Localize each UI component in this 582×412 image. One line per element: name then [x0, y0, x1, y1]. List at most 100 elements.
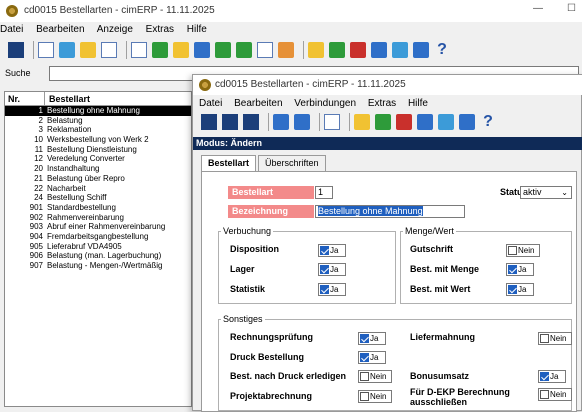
list-item-name: Fremdarbeitsgangbestellung — [47, 231, 149, 241]
maximize-icon[interactable]: ☐ — [567, 3, 576, 14]
list-item-nr: 3 — [38, 125, 43, 135]
main-titlebar: cd0015 Bestellarten - cimERP - 11.11.202… — [0, 0, 582, 22]
liefermahnung-checkbox[interactable]: Nein — [538, 332, 572, 345]
dialog-menu-bearbeiten[interactable]: Bearbeiten — [234, 98, 282, 109]
bezeichnung-field[interactable]: Bestellung ohne Mahnung — [315, 205, 465, 218]
lager-checkbox[interactable]: Ja — [318, 263, 346, 276]
dekp-label: Für D-EKP Berechnung ausschließen — [410, 387, 510, 407]
menu-hilfe[interactable]: Hilfe — [187, 24, 207, 35]
list-item[interactable]: 906 Belastung (man. Lagerbuchung) — [5, 251, 191, 261]
list-item[interactable]: 2 Belastung — [5, 116, 191, 126]
druck-checkbox[interactable]: Ja — [358, 351, 386, 364]
dialog-menu-verbindungen[interactable]: Verbindungen — [294, 98, 356, 109]
mengewert-legend: Menge/Wert — [405, 226, 454, 236]
save-close-icon[interactable] — [243, 114, 259, 130]
arrow-up-icon[interactable] — [294, 114, 310, 130]
status-select[interactable]: aktiv ⌄ — [520, 186, 572, 199]
bonus-checkbox[interactable]: Ja — [538, 370, 566, 383]
menu-datei[interactable]: Datei — [0, 24, 23, 35]
column-header-nr[interactable]: Nr. — [5, 92, 45, 105]
menu-extras[interactable]: Extras — [146, 24, 174, 35]
tab-bestellart[interactable]: Bestellart — [201, 155, 257, 171]
list-item[interactable]: 902 Rahmenvereinbarung — [5, 213, 191, 223]
excel-icon[interactable] — [236, 42, 252, 58]
bestellart-field[interactable]: 1 — [315, 186, 333, 199]
list-item-nr: 906 — [29, 251, 43, 261]
best-wert-checkbox[interactable]: Ja — [506, 283, 534, 296]
copy-icon[interactable] — [101, 42, 117, 58]
settings-icon[interactable] — [278, 42, 294, 58]
table-icon[interactable] — [375, 114, 391, 130]
export-icon[interactable] — [215, 42, 231, 58]
edit-icon[interactable] — [80, 42, 96, 58]
calendar-icon[interactable] — [194, 42, 210, 58]
list-item[interactable]: 21 Belastung über Repro — [5, 174, 191, 184]
list-item[interactable]: 10 Werksbestellung von Werk 2 — [5, 135, 191, 145]
status-value: aktiv — [523, 187, 542, 197]
menu-anzeige[interactable]: Anzeige — [97, 24, 133, 35]
dialog-menu-extras[interactable]: Extras — [368, 98, 396, 109]
column-header-bestellart[interactable]: Bestellart — [45, 92, 191, 105]
info-icon[interactable] — [308, 42, 324, 58]
list-item[interactable]: 24 Bestellung Schiff — [5, 193, 191, 203]
statistik-label: Statistik — [230, 284, 266, 294]
list-item-name: Bestellung ohne Mahnung — [45, 106, 191, 116]
layout-icon[interactable] — [350, 42, 366, 58]
druck-label: Druck Bestellung — [230, 352, 305, 362]
arrow-down-icon[interactable] — [273, 114, 289, 130]
print-icon[interactable] — [257, 42, 273, 58]
list-item[interactable]: 901 Standardbestellung — [5, 203, 191, 213]
table-icon[interactable] — [329, 42, 345, 58]
info-icon[interactable] — [354, 114, 370, 130]
list-item[interactable]: 20 Instandhaltung — [5, 164, 191, 174]
tab-ueberschriften[interactable]: Überschriften — [258, 155, 326, 171]
filter-icon[interactable] — [152, 42, 168, 58]
statistik-checkbox[interactable]: Ja — [318, 283, 346, 296]
search-icon[interactable] — [131, 42, 147, 58]
sort-icon[interactable] — [173, 42, 189, 58]
minimize-icon[interactable]: — — [533, 3, 543, 14]
list-item[interactable]: 12 Veredelung Converter — [5, 154, 191, 164]
help-icon[interactable]: ? — [434, 42, 450, 58]
archive-icon[interactable] — [438, 114, 454, 130]
dialog-menu-hilfe[interactable]: Hilfe — [408, 98, 428, 109]
dialog-menu-datei[interactable]: Datei — [199, 98, 222, 109]
archive-icon[interactable] — [392, 42, 408, 58]
toolbar-separator — [319, 113, 320, 131]
grid-icon[interactable] — [413, 42, 429, 58]
list-item-nr: 12 — [34, 154, 43, 164]
window-icon[interactable] — [417, 114, 433, 130]
list-item[interactable]: 907 Belastung - Mengen-/Wertmäßig — [5, 261, 191, 271]
gutschrift-checkbox[interactable]: Nein — [506, 244, 540, 257]
save-icon[interactable] — [222, 114, 238, 130]
list-item[interactable]: 11 Bestellung Dienstleistung — [5, 145, 191, 155]
best-menge-checkbox[interactable]: Ja — [506, 263, 534, 276]
search-icon[interactable] — [324, 114, 340, 130]
refresh-icon[interactable] — [59, 42, 75, 58]
new-document-icon[interactable] — [38, 42, 54, 58]
checkbox-label: Nein — [550, 390, 567, 399]
help-icon[interactable]: ? — [480, 114, 496, 130]
disposition-checkbox[interactable]: Ja — [318, 244, 346, 257]
list-item-nr: 1 — [38, 106, 43, 115]
dialog-title: cd0015 Bestellarten - cimERP - 11.11.202… — [215, 79, 406, 90]
list-item[interactable]: 905 Lieferabruf VDA4905 — [5, 242, 191, 252]
list-item[interactable]: 904 Fremdarbeitsgangbestellung — [5, 232, 191, 242]
list-item[interactable]: 3 Reklamation — [5, 125, 191, 135]
dekp-checkbox[interactable]: Nein — [538, 388, 572, 401]
projekt-checkbox[interactable]: Nein — [358, 390, 392, 403]
check-icon — [320, 285, 329, 294]
list-item[interactable]: 22 Nacharbeit — [5, 184, 191, 194]
menu-bearbeiten[interactable]: Bearbeiten — [36, 24, 84, 35]
exit-icon[interactable] — [8, 42, 24, 58]
list-item[interactable]: 1 Bestellung ohne Mahnung — [5, 106, 191, 116]
best-druck-checkbox[interactable]: Nein — [358, 370, 392, 383]
rechnung-checkbox[interactable]: Ja — [358, 332, 386, 345]
exit-icon[interactable] — [201, 114, 217, 130]
layout-icon[interactable] — [396, 114, 412, 130]
window-icon[interactable] — [371, 42, 387, 58]
list-item-name: Instandhaltung — [47, 164, 100, 174]
grid-icon[interactable] — [459, 114, 475, 130]
list-item[interactable]: 903 Abruf einer Rahmenvereinbarung — [5, 222, 191, 232]
list-item-nr: 902 — [29, 212, 43, 222]
